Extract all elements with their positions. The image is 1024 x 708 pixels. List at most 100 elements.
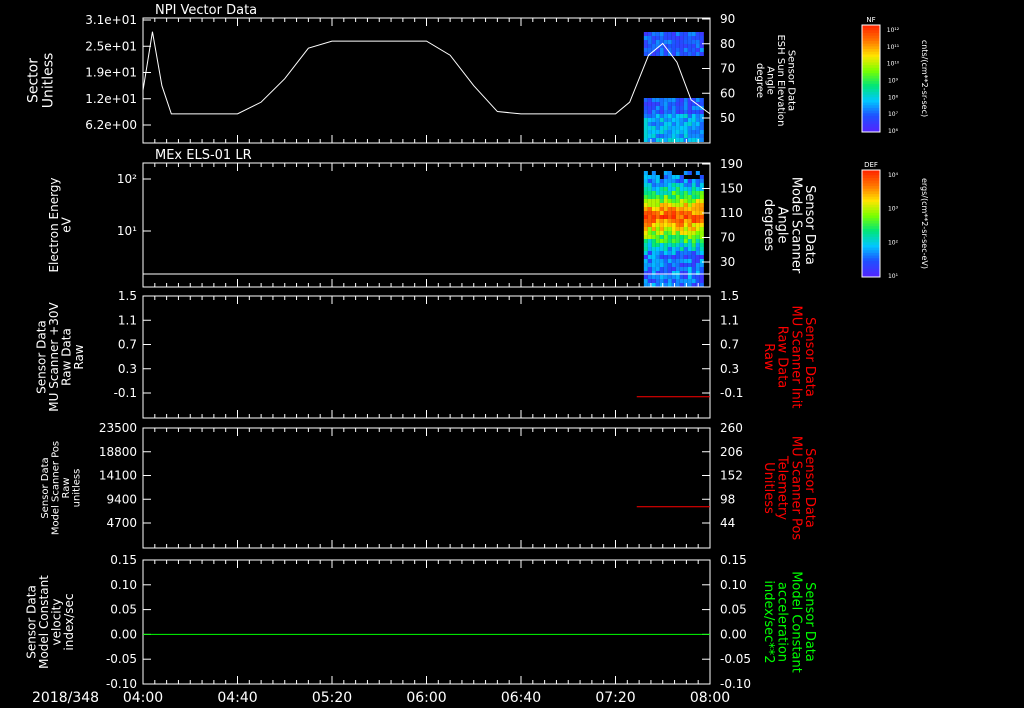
spectrogram-cell: [699, 215, 704, 219]
spectrogram-cell: [687, 259, 692, 263]
spectrogram-cell: [691, 255, 696, 259]
spectrogram-cell: [675, 40, 680, 44]
spectrogram-cell: [695, 134, 700, 138]
spectrogram-cell: [687, 223, 692, 227]
spectrogram-cell: [683, 134, 688, 138]
spectrogram-cell: [643, 243, 648, 247]
spectrogram-cell: [655, 255, 660, 259]
spectrogram-cell: [651, 275, 656, 279]
spectrogram-cell: [643, 283, 648, 287]
spectrogram-cell: [683, 223, 688, 227]
spectrogram-cell: [683, 235, 688, 239]
spectrogram-cell: [663, 239, 668, 243]
y-tick-label: 10¹: [117, 224, 137, 238]
spectrogram-cell: [683, 199, 688, 203]
y-tick-label: 0.00: [110, 627, 137, 641]
spectrogram-cell: [651, 259, 656, 263]
spectrogram-cell: [675, 183, 680, 187]
spectrogram-cell: [671, 48, 676, 52]
spectrogram-cell: [671, 191, 676, 195]
spectrogram-cell: [683, 227, 688, 231]
spectrogram-cell: [659, 195, 664, 199]
spectrogram-cell: [655, 203, 660, 207]
spectrogram-cell: [683, 263, 688, 267]
spectrogram-cell: [679, 122, 684, 126]
y2-tick-label: 0.7: [720, 338, 739, 352]
spectrogram-cell: [647, 231, 652, 235]
spectrogram-cell: [695, 219, 700, 223]
spectrogram-cell: [667, 259, 672, 263]
spectrogram-cell: [647, 251, 652, 255]
spectrogram-cell: [655, 122, 660, 126]
spectrogram-cell: [647, 114, 652, 118]
spectrogram-cell: [679, 283, 684, 287]
spectrogram-cell: [655, 223, 660, 227]
spectrogram-cell: [651, 130, 656, 134]
spectrogram-cell: [643, 219, 648, 223]
y-tick-label: 10²: [117, 172, 137, 186]
y-axis-label-line: unitless: [71, 469, 82, 508]
spectrogram-cell: [691, 279, 696, 283]
spectrogram-cell: [699, 110, 704, 114]
spectrogram-cell: [651, 32, 656, 36]
spectrogram-cell: [687, 231, 692, 235]
spectrogram-cell: [667, 283, 672, 287]
spectrogram-cell: [663, 138, 668, 142]
spectrogram-cell: [675, 219, 680, 223]
spectrogram-cell: [699, 52, 704, 56]
spectrogram-cell: [683, 114, 688, 118]
spectrogram-cell: [699, 179, 704, 183]
spectrogram-cell: [679, 102, 684, 106]
spectrogram-cell: [679, 98, 684, 102]
spectrogram-cell: [671, 283, 676, 287]
spectrogram-cell: [695, 263, 700, 267]
spectrogram-cell: [667, 191, 672, 195]
spectrogram-cell: [695, 179, 700, 183]
spectrogram-cell: [643, 98, 648, 102]
spectrogram-cell: [659, 207, 664, 211]
y-tick-label: 3.1e+01: [85, 13, 137, 27]
spectrogram-cell: [679, 235, 684, 239]
colorbar-tick-label: 10¹²: [887, 27, 900, 34]
colorbar-tick-label: 10¹: [888, 273, 899, 280]
y-axis-label-line: Model Scanner Pos: [50, 441, 61, 535]
spectrogram-cell: [691, 134, 696, 138]
y-axis-label-line: index/sec: [62, 593, 76, 650]
spectrogram-cell: [667, 179, 672, 183]
spectrogram-cell: [675, 275, 680, 279]
y2-axis-label-line: Unitless: [761, 462, 776, 514]
spectrogram-cell: [651, 247, 656, 251]
spectrogram-cell: [667, 118, 672, 122]
spectrogram-cell: [651, 44, 656, 48]
spectrogram-cell: [675, 203, 680, 207]
spectrogram-cell: [651, 122, 656, 126]
spectrogram-cell: [647, 122, 652, 126]
spectrogram-cell: [647, 98, 652, 102]
spectrogram-cell: [663, 118, 668, 122]
colorbar-unit: cnts/(cm**2-sr-sec): [920, 40, 929, 117]
spectrogram-cell: [699, 239, 704, 243]
spectrogram-cell: [679, 219, 684, 223]
colorbar-tick-label: 10³: [888, 206, 899, 213]
y-tick-label: 1.2e+01: [85, 92, 137, 106]
y2-tick-label: -0.1: [720, 386, 743, 400]
spectrogram-cell: [691, 138, 696, 142]
spectrogram-cell: [651, 207, 656, 211]
spectrogram-cell: [699, 203, 704, 207]
spectrogram-cell: [691, 219, 696, 223]
spectrogram-cell: [655, 36, 660, 40]
spectrogram-cell: [643, 279, 648, 283]
spectrogram-cell: [671, 207, 676, 211]
spectrogram-cell: [687, 243, 692, 247]
spectrogram-cell: [683, 191, 688, 195]
spectrogram-cell: [647, 223, 652, 227]
y-tick-label: 0.3: [118, 362, 137, 376]
y-tick-label: 23500: [99, 421, 137, 435]
spectrogram-cell: [671, 40, 676, 44]
spectrogram-cell: [695, 215, 700, 219]
spectrogram-cell: [679, 183, 684, 187]
spectrogram-cell: [691, 231, 696, 235]
spectrogram-cell: [659, 110, 664, 114]
spectrogram-cell: [687, 267, 692, 271]
spectrogram-cell: [659, 114, 664, 118]
